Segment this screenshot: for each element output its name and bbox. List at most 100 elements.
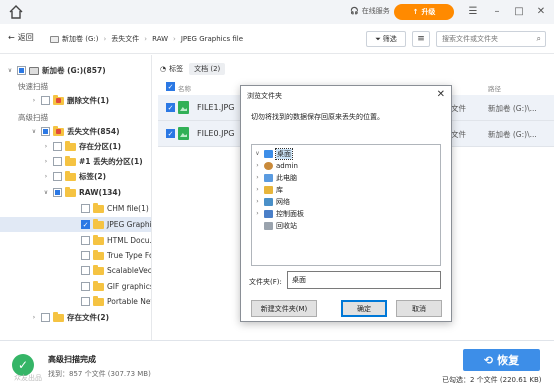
network-icon xyxy=(264,197,273,206)
tab-tags[interactable]: ◔ 标签 xyxy=(160,64,183,74)
tree-item-raw-child[interactable]: GIF graphics... xyxy=(78,279,151,294)
chevron-right-icon: › xyxy=(173,35,176,43)
filter-button[interactable]: ⏷ 筛选 xyxy=(366,31,406,47)
chevron-right-icon[interactable]: › xyxy=(254,198,261,205)
chevron-right-icon[interactable]: › xyxy=(254,162,261,169)
folder-icon xyxy=(93,218,104,229)
folder-item-desktop[interactable]: ∨ 桌面 xyxy=(254,147,293,160)
folder-icon xyxy=(65,155,76,166)
checkbox[interactable] xyxy=(53,172,62,181)
column-path[interactable]: 路径 xyxy=(488,83,501,93)
chevron-right-icon[interactable]: › xyxy=(254,186,261,193)
maximize-icon[interactable]: □ xyxy=(512,5,526,19)
tree-item-existing-files[interactable]: › 存在文件(2) xyxy=(30,310,109,325)
row-checkbox[interactable]: ✓ xyxy=(166,103,175,112)
dialog-message: 切勿将找到的数据保存回原来丢失的位置。 xyxy=(251,113,384,121)
checkbox[interactable] xyxy=(81,282,90,291)
breadcrumb-item[interactable]: 新加卷 (G:) xyxy=(62,34,98,44)
breadcrumb-item[interactable]: RAW xyxy=(152,35,168,43)
breadcrumb-item[interactable]: JPEG Graphics file xyxy=(181,35,243,43)
chevron-right-icon[interactable]: › xyxy=(30,97,38,104)
folder-item-network[interactable]: › 网络 xyxy=(254,196,290,207)
checkbox[interactable] xyxy=(81,251,90,260)
online-service-button[interactable]: 🎧 在线服务 xyxy=(350,6,390,16)
checkbox[interactable] xyxy=(53,157,62,166)
tree-item-lost-partition[interactable]: › #1 丢失的分区(1) xyxy=(42,154,143,169)
chevron-right-icon[interactable]: › xyxy=(254,210,261,217)
checkbox[interactable] xyxy=(41,313,50,322)
chevron-right-icon: › xyxy=(103,35,107,43)
search-input[interactable] xyxy=(437,32,529,46)
tree-item-lost-files[interactable]: ∨ 丢失文件(854) xyxy=(30,124,120,139)
chevron-down-icon[interactable]: ∨ xyxy=(30,128,38,135)
tree-item-deleted[interactable]: › 删除文件(1) xyxy=(30,93,109,108)
back-button[interactable]: ← 返回 xyxy=(8,32,34,43)
column-name[interactable]: 名称 xyxy=(178,83,191,93)
tree-item-existing-partition[interactable]: › 存在分区(1) xyxy=(42,139,121,154)
checkbox[interactable]: ✓ xyxy=(81,220,90,229)
recover-button[interactable]: ⟲ 恢复 xyxy=(463,349,540,371)
folder-item-library[interactable]: › 库 xyxy=(254,184,283,195)
breadcrumb: 新加卷 (G:) › 丢失文件 › RAW › JPEG Graphics fi… xyxy=(50,30,243,48)
minimize-icon[interactable]: – xyxy=(490,5,504,19)
tree-item-raw-child[interactable]: Portable Net... xyxy=(78,294,151,309)
chevron-right-icon: › xyxy=(144,35,148,43)
home-icon[interactable] xyxy=(8,4,24,20)
tree-item-raw-child[interactable]: True Type Fo... xyxy=(78,248,151,263)
folder-item-this-pc[interactable]: › 此电脑 xyxy=(254,172,297,183)
checkbox[interactable] xyxy=(81,204,90,213)
search-box: ⌕ xyxy=(436,31,546,47)
tree-item-root[interactable]: ∨ 新加卷 (G:)(857) xyxy=(6,63,106,78)
chevron-down-icon[interactable]: ∨ xyxy=(42,189,50,196)
folder-icon xyxy=(53,94,64,105)
dialog-title: 浏览文件夹 xyxy=(247,92,282,100)
checkbox[interactable] xyxy=(41,127,50,136)
checkbox[interactable] xyxy=(53,188,62,197)
checkbox[interactable] xyxy=(41,96,50,105)
folder-item-control-panel[interactable]: › 控制面板 xyxy=(254,208,304,219)
chevron-right-icon[interactable]: › xyxy=(30,314,38,321)
folder-item-admin[interactable]: › admin xyxy=(254,160,298,171)
list-icon: ≡ xyxy=(417,34,425,44)
control-panel-icon xyxy=(264,209,273,218)
title-bar: 🎧 在线服务 ↑ 升级 ☰ – □ ✕ xyxy=(0,0,554,24)
chevron-right-icon[interactable]: › xyxy=(42,143,50,150)
new-folder-button[interactable]: 新建文件夹(M) xyxy=(251,300,317,317)
cancel-button[interactable]: 取消 xyxy=(396,300,442,317)
filter-icon: ⏷ xyxy=(375,34,381,43)
tree-item-raw-child-selected[interactable]: ✓ JPEG Graphi... xyxy=(0,217,151,232)
watermark-text: 众友出品 xyxy=(14,374,42,382)
image-file-icon xyxy=(178,127,189,140)
folder-icon xyxy=(65,140,76,151)
image-file-icon xyxy=(178,101,189,114)
folder-icon xyxy=(65,186,76,197)
tree-item-raw-child[interactable]: HTML Docu... xyxy=(78,233,151,248)
checkbox[interactable] xyxy=(17,66,26,75)
checkbox[interactable] xyxy=(81,297,90,306)
row-checkbox[interactable]: ✓ xyxy=(166,129,175,138)
tree-item-raw[interactable]: ∨ RAW(134) xyxy=(42,185,121,200)
folder-name-field[interactable]: 桌面 xyxy=(287,271,441,289)
checkbox[interactable] xyxy=(53,142,62,151)
ok-button[interactable]: 确定 xyxy=(341,300,387,317)
select-all-checkbox[interactable]: ✓ xyxy=(166,82,175,91)
close-icon[interactable]: ✕ xyxy=(534,5,548,19)
chevron-right-icon[interactable]: › xyxy=(42,158,50,165)
checkbox[interactable] xyxy=(81,236,90,245)
chevron-right-icon[interactable]: › xyxy=(42,173,50,180)
checkbox[interactable] xyxy=(81,266,90,275)
view-menu-button[interactable]: ≡ xyxy=(412,31,430,47)
menu-icon[interactable]: ☰ xyxy=(466,5,480,19)
search-icon[interactable]: ⌕ xyxy=(537,34,541,44)
tree-item-raw-child[interactable]: CHM file(1) xyxy=(78,201,149,216)
upgrade-button[interactable]: ↑ 升级 xyxy=(394,4,454,20)
chevron-right-icon[interactable]: › xyxy=(254,174,261,181)
chevron-down-icon[interactable]: ∨ xyxy=(6,67,14,74)
tree-item-raw-child[interactable]: ScalableVect... xyxy=(78,263,151,278)
breadcrumb-item[interactable]: 丢失文件 xyxy=(111,34,139,44)
chevron-down-icon[interactable]: ∨ xyxy=(254,150,261,157)
tab-documents[interactable]: 文档 (2) xyxy=(189,63,226,75)
folder-item-recycle-bin[interactable]: 回收站 xyxy=(254,220,297,231)
tree-item-tags[interactable]: › 标签(2) xyxy=(42,169,106,184)
close-icon[interactable]: ✕ xyxy=(437,89,445,100)
